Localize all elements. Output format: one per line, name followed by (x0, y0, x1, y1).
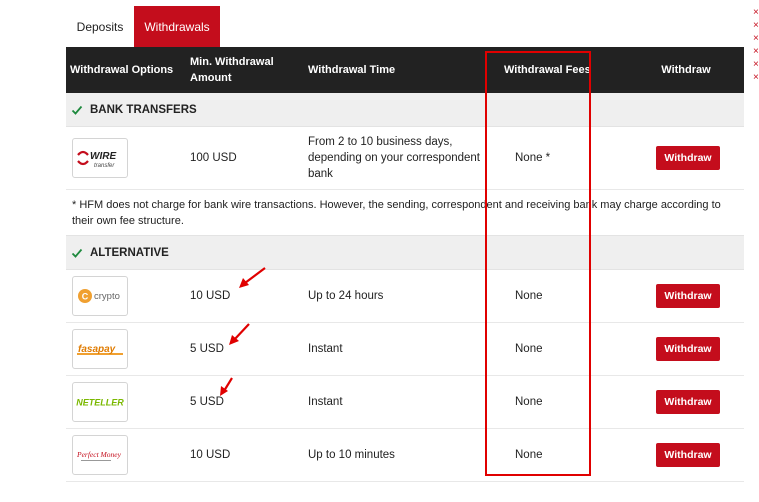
close-icon[interactable]: × (753, 21, 759, 31)
withdraw-button[interactable]: Withdraw (656, 443, 720, 467)
withdraw-button[interactable]: Withdraw (656, 284, 720, 308)
svg-text:WIRE: WIRE (90, 151, 116, 162)
wire-transfer-icon: WIRE transfer (77, 150, 116, 169)
withdrawal-time: Instant (308, 396, 343, 408)
bank-fee-note: * HFM does not charge for bank wire tran… (66, 190, 744, 236)
table-row: Perfect Money 10 USD Up to 10 minutes No… (66, 429, 744, 482)
table-row: fasapay 5 USD Instant None Withdraw (66, 323, 744, 376)
close-icon[interactable]: × (753, 34, 759, 44)
section-alternative[interactable]: ALTERNATIVE (66, 236, 744, 270)
section-title: ALTERNATIVE (90, 246, 169, 259)
withdrawal-time: Instant (308, 343, 343, 355)
arrow-annotation-icon (229, 323, 250, 345)
perfect-money-logo: Perfect Money (72, 435, 128, 475)
close-icon[interactable]: × (753, 47, 759, 57)
withdrawal-time: Up to 24 hours (308, 290, 384, 302)
neteller-logo: NETELLER (72, 382, 128, 422)
withdrawal-table: Withdrawal Options Min. Withdrawal Amoun… (66, 47, 744, 482)
close-icon[interactable]: × (753, 8, 759, 18)
table-header: Withdrawal Options Min. Withdrawal Amoun… (66, 47, 744, 93)
svg-text:Perfect Money: Perfect Money (76, 450, 122, 459)
neteller-icon: NETELLER (76, 398, 124, 408)
close-icon[interactable]: × (753, 60, 759, 70)
withdraw-button[interactable]: Withdraw (656, 337, 720, 361)
arrow-annotation-icon (239, 267, 266, 288)
min-amount: 10 USD (190, 449, 231, 461)
header-time: Withdrawal Time (308, 64, 396, 76)
min-amount: 100 USD (190, 152, 237, 164)
wire-transfer-logo: WIRE transfer (72, 138, 128, 178)
crypto-icon: C crypto (78, 289, 120, 303)
tab-bar: Deposits Withdrawals (66, 6, 220, 48)
tab-withdrawals[interactable]: Withdrawals (134, 6, 220, 48)
withdraw-button[interactable]: Withdraw (656, 146, 720, 170)
perfect-money-icon: Perfect Money (76, 450, 122, 461)
header-min-amount: Min. Withdrawal Amount (190, 56, 274, 84)
check-icon (71, 105, 83, 115)
crypto-logo: C crypto (72, 276, 128, 316)
svg-text:C: C (82, 292, 89, 302)
fees-highlight-box (485, 51, 591, 476)
section-title: BANK TRANSFERS (90, 103, 197, 116)
header-withdraw: Withdraw (661, 64, 711, 76)
svg-text:transfer: transfer (94, 163, 115, 169)
fasapay-icon: fasapay (77, 344, 123, 355)
svg-text:crypto: crypto (94, 291, 120, 302)
section-bank-transfers[interactable]: BANK TRANSFERS (66, 93, 744, 127)
min-amount: 5 USD (190, 396, 224, 408)
withdraw-button[interactable]: Withdraw (656, 390, 720, 414)
table-row: C crypto 10 USD Up to 24 hours None With… (66, 270, 744, 323)
close-icon[interactable]: × (753, 73, 759, 83)
withdrawal-time: Up to 10 minutes (308, 449, 395, 461)
table-row: NETELLER 5 USD Instant None Withdraw (66, 376, 744, 429)
check-icon (71, 248, 83, 258)
svg-text:fasapay: fasapay (78, 344, 116, 355)
withdrawal-time: From 2 to 10 business days, depending on… (308, 136, 480, 180)
header-options: Withdrawal Options (70, 64, 174, 76)
arrow-annotation-icon (220, 377, 233, 396)
fasapay-logo: fasapay (72, 329, 128, 369)
table-row: WIRE transfer 100 USD From 2 to 10 busin… (66, 127, 744, 190)
svg-text:NETELLER: NETELLER (76, 398, 124, 408)
tab-deposits[interactable]: Deposits (66, 6, 134, 48)
